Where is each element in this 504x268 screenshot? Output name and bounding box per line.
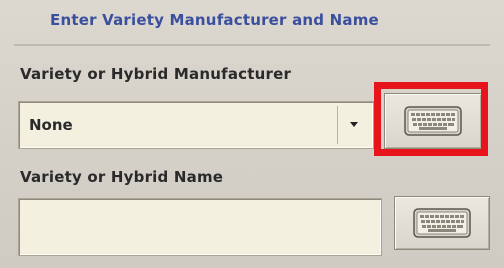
- dialog-title: Enter Variety Manufacturer and Name: [50, 11, 379, 29]
- keyboard-icon: [404, 106, 462, 136]
- manufacturer-label: Variety or Hybrid Manufacturer: [20, 65, 292, 83]
- dropdown-divider: [337, 106, 338, 144]
- variety-name-label: Variety or Hybrid Name: [20, 168, 224, 186]
- manufacturer-dropdown[interactable]: None: [18, 101, 374, 149]
- keyboard-icon: [413, 208, 471, 238]
- manufacturer-keyboard-button[interactable]: [384, 93, 482, 149]
- variety-name-input[interactable]: [18, 198, 382, 256]
- chevron-down-icon[interactable]: [347, 115, 363, 133]
- variety-dialog: Enter Variety Manufacturer and Name Vari…: [0, 0, 504, 268]
- name-keyboard-button[interactable]: [394, 196, 490, 250]
- manufacturer-selected-value: None: [29, 116, 73, 134]
